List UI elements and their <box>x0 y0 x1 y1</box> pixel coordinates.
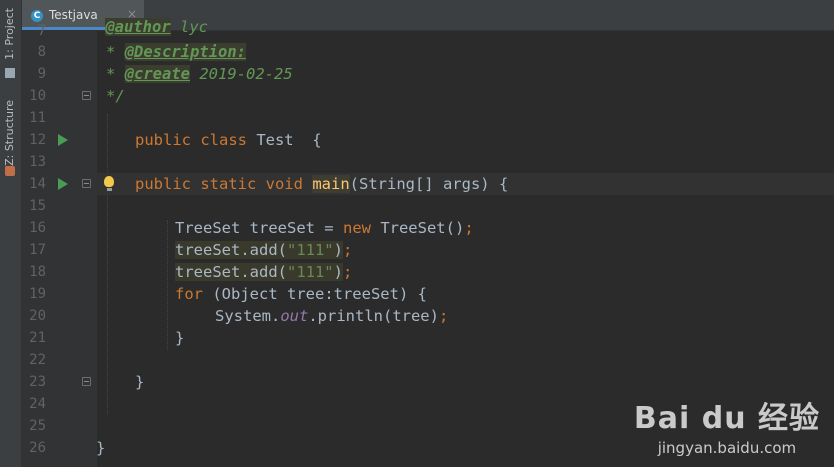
code-text: (Object tree:treeSet) { <box>203 285 427 303</box>
closing-brace: } <box>135 373 145 391</box>
keyword: new <box>342 219 371 237</box>
code-line[interactable]: 12 public class Test { <box>0 129 834 151</box>
class-declaration: Test { <box>246 131 322 149</box>
line-number: 7 <box>37 23 46 39</box>
run-class-icon[interactable] <box>58 134 68 146</box>
line-number: 15 <box>29 198 46 214</box>
lightbulb-icon[interactable] <box>104 176 114 191</box>
closing-brace: } <box>175 329 185 347</box>
fold-icon[interactable] <box>82 179 91 188</box>
javadoc-tag: @Description: <box>124 43 246 61</box>
line-number: 9 <box>37 66 46 82</box>
line-number: 17 <box>29 242 46 258</box>
fold-icon[interactable] <box>82 91 91 100</box>
line-number: 12 <box>29 132 46 148</box>
code-line[interactable]: 7 @author lyc <box>0 18 834 42</box>
code-line[interactable]: 16 TreeSet treeSet = new TreeSet(); <box>0 217 834 239</box>
line-number: 21 <box>29 330 46 346</box>
watermark-brand: Bai du 经验 <box>633 401 820 436</box>
code-line[interactable]: 20 System.out.println(tree); <box>0 305 834 327</box>
comment-text <box>96 18 105 36</box>
javadoc-tag: @author <box>105 18 171 36</box>
code-line[interactable]: 8 * @Description: <box>0 41 834 63</box>
comment-text: * <box>106 43 125 61</box>
keyword: public class <box>135 131 247 149</box>
semicolon: ; <box>438 307 449 325</box>
string-literal: "111" <box>286 263 334 281</box>
closing-brace: } <box>96 439 106 457</box>
line-number: 19 <box>29 286 46 302</box>
code-line[interactable]: 10 */ <box>0 85 834 107</box>
code-line[interactable]: 22 <box>0 349 834 371</box>
code-line[interactable]: 23 } <box>0 371 834 393</box>
code-line[interactable]: 13 <box>0 151 834 173</box>
semicolon: ; <box>464 219 474 237</box>
code-text: ) <box>333 241 343 259</box>
code-text: treeSet.add( <box>175 263 287 281</box>
line-number: 24 <box>29 396 46 412</box>
code-line[interactable]: 19 for (Object tree:treeSet) { <box>0 283 834 305</box>
string-literal: "111" <box>286 241 334 259</box>
static-field: out <box>280 307 309 325</box>
baidu-watermark: Bai du 经验 jingyan.baidu.com <box>634 393 820 457</box>
run-main-icon[interactable] <box>58 178 68 190</box>
code-line[interactable]: 18 treeSet.add("111"); <box>0 261 834 283</box>
line-number: 26 <box>29 440 46 456</box>
code-text: TreeSet treeSet = <box>175 219 343 237</box>
comment-text: lyc <box>170 18 208 36</box>
line-number: 18 <box>29 264 46 280</box>
semicolon: ; <box>343 263 353 281</box>
code-text: System. <box>215 307 281 325</box>
code-line[interactable]: 15 <box>0 195 834 217</box>
watermark-url: jingyan.baidu.com <box>657 439 797 457</box>
code-line[interactable]: 9 * @create 2019-02-25 <box>0 63 834 85</box>
line-number: 25 <box>29 418 46 434</box>
method-name: main <box>312 175 350 193</box>
javadoc-tag: @create <box>124 65 190 83</box>
comment-end: */ <box>106 87 125 105</box>
code-line[interactable]: 11 <box>0 107 834 129</box>
line-number: 13 <box>29 154 46 170</box>
line-number: 8 <box>37 44 46 60</box>
line-number: 20 <box>29 308 46 324</box>
line-number: 16 <box>29 220 46 236</box>
line-number: 10 <box>29 88 46 104</box>
gutter-line[interactable]: 14 <box>0 173 97 195</box>
line-number: 11 <box>29 110 46 126</box>
code-line[interactable]: 17 treeSet.add("111"); <box>0 239 834 261</box>
line-number: 23 <box>29 374 46 390</box>
keyword: for <box>175 285 203 303</box>
code-line[interactable]: 21 } <box>0 327 834 349</box>
line-number: 22 <box>29 352 46 368</box>
code-text: treeSet.add( <box>175 241 287 259</box>
comment-text: 2019-02-25 <box>190 65 293 83</box>
code-line-current[interactable]: public static void main(String[] args) { <box>97 173 834 195</box>
comment-text: * <box>106 65 125 83</box>
code-text: TreeSet() <box>370 219 465 237</box>
code-text: ) <box>333 263 343 281</box>
keyword: public static void <box>135 175 303 193</box>
code-text: .println(tree) <box>308 307 439 325</box>
semicolon: ; <box>343 241 353 259</box>
line-number: 14 <box>29 176 46 192</box>
fold-icon[interactable] <box>82 377 91 386</box>
method-signature: (String[] args) { <box>349 175 509 193</box>
